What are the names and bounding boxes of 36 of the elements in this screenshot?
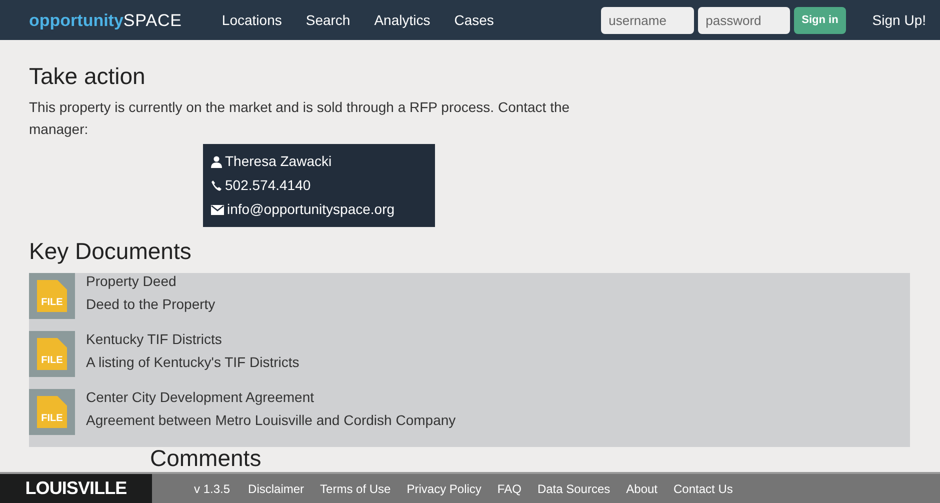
footer-logo: LOUISVILLE — [0, 474, 152, 503]
footer-link[interactable]: Disclaimer — [248, 480, 304, 498]
user-icon — [211, 156, 222, 168]
document-link[interactable]: Kentucky TIF Districts — [86, 328, 300, 351]
description-text: This property is currently on the market and is sold through a RFP process. Contact the manager: — [29, 98, 571, 139]
nav-link[interactable]: Locations — [222, 10, 282, 30]
footer-link[interactable]: Privacy Policy — [406, 480, 482, 498]
document-description: A listing of Kentucky's TIF Districts — [86, 353, 300, 372]
version-text: v 1.3.5 — [194, 480, 230, 498]
phone-icon — [211, 180, 222, 191]
contact-name: Theresa Zawacki — [225, 152, 332, 171]
nav-link[interactable]: Cases — [454, 10, 494, 30]
footer-link[interactable]: FAQ — [497, 480, 522, 498]
nav-link[interactable]: Search — [306, 10, 350, 30]
footer-link[interactable]: Contact Us — [674, 480, 733, 498]
password-field[interactable]: password — [698, 6, 790, 34]
sign-up-link[interactable]: Sign Up! — [846, 10, 926, 30]
document-link[interactable]: Center City Development Agreement — [86, 386, 456, 409]
document-link[interactable]: Property Deed — [86, 270, 216, 293]
footer-link[interactable]: Data Sources — [537, 480, 610, 498]
contact-email[interactable]: info@opportunityspace.org — [227, 199, 395, 220]
footer-link[interactable]: Terms of Use — [320, 480, 391, 498]
nav-link[interactable]: Analytics — [374, 10, 430, 30]
footer-link[interactable]: About — [626, 480, 658, 498]
username-field[interactable]: username — [600, 6, 694, 34]
logo[interactable]: opportunitySPACE — [29, 12, 182, 28]
section-title: Comments — [150, 447, 262, 469]
file-icon: FILE — [29, 389, 75, 435]
section-title: Key Documents — [29, 237, 192, 265]
mail-icon — [211, 204, 224, 214]
contact-phone: 502.574.4140 — [225, 176, 311, 195]
file-icon: FILE — [29, 331, 75, 377]
file-icon: FILE — [29, 273, 75, 319]
document-description: Agreement between Metro Louisville and Cordish Company — [86, 411, 456, 430]
document-description: Deed to the Property — [86, 295, 216, 314]
section-title: Take action — [29, 62, 146, 90]
